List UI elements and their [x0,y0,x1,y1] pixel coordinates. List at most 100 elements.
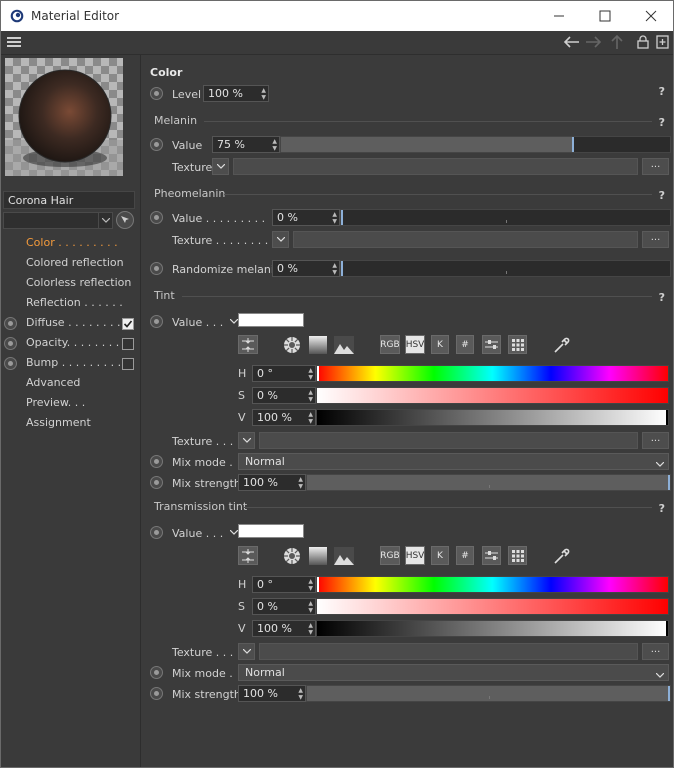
transmission_tint-mix-mode-select[interactable]: Normal [238,664,669,681]
transmission_tint-mix-strength-knob[interactable] [668,686,670,701]
nav-item-6[interactable]: Bump . . . . . . . . . [1,355,139,373]
material-name-field[interactable]: Corona Hair [3,191,135,209]
pick-material-button[interactable] [116,211,134,229]
tint-rgb-mode-button[interactable]: RGB [380,335,400,354]
tint-h-input[interactable]: 0 ° ▲ ▼ [252,365,316,382]
transmission_tint-value-animate-radio[interactable] [150,526,163,539]
transmission_tint-texture-dropdown[interactable] [238,643,255,660]
tint-s-input[interactable]: 0 % ▲ ▼ [252,387,316,404]
tint-eyedropper-button[interactable] [552,335,572,354]
pheomelanin-value-animate-radio[interactable] [150,211,163,224]
nav-animate-radio[interactable] [4,317,17,330]
melanin-texture-dropdown[interactable] [212,158,229,175]
tint-color-swatch[interactable] [238,313,304,327]
up-button[interactable] [610,34,624,53]
tint-h-gradient-slider[interactable] [316,365,669,382]
nav-item-0[interactable]: Color . . . . . . . . . [1,235,139,253]
transmission_tint-color-picker-mode-button[interactable] [238,546,258,565]
transmission-tint-help-icon[interactable]: ? [659,502,665,515]
nav-item-9[interactable]: Assignment [1,415,139,433]
pheomelanin-slider-knob[interactable] [341,210,343,225]
tint-mix-mode-animate-radio[interactable] [150,455,163,468]
transmission_tint-color-expand-toggle[interactable] [229,525,239,538]
hamburger-menu-button[interactable] [7,36,21,51]
transmission_tint-rgb-mode-button[interactable]: RGB [380,546,400,565]
nav-item-2[interactable]: Colorless reflection [1,275,139,293]
level-input[interactable]: 100 % ▲ ▼ [203,85,269,102]
transmission_tint-v-input[interactable]: 100 % ▲ ▼ [252,620,316,637]
pheomelanin-help-icon[interactable]: ? [659,189,665,202]
transmission_tint-s-slider-knob[interactable] [317,599,319,614]
transmission_tint-color-wheel-button[interactable] [282,546,302,565]
back-button[interactable] [562,35,580,52]
randomize-slider-knob[interactable] [341,261,343,276]
transmission_tint-spectrum-button[interactable] [308,546,328,565]
transmission_tint-h-input[interactable]: 0 ° ▲ ▼ [252,576,316,593]
tint-s-slider-knob[interactable] [317,388,319,403]
nav-item-3[interactable]: Reflection . . . . . . [1,295,139,313]
color-help-icon[interactable]: ? [659,85,665,98]
transmission_tint-h-gradient-slider[interactable] [316,576,669,593]
nav-enable-checkbox[interactable] [122,358,134,370]
transmission_tint-kelvin-mode-button[interactable]: K [431,546,449,565]
tint-color-expand-toggle[interactable] [229,314,239,327]
tint-mix-strength-animate-radio[interactable] [150,476,163,489]
transmission_tint-texture-browse-button[interactable]: ... [642,643,669,660]
maximize-button[interactable] [582,1,628,31]
tint-mix-strength-knob[interactable] [668,475,670,490]
transmission_tint-swatches-button[interactable] [508,546,527,565]
pheomelanin-texture-dropdown[interactable] [272,231,289,248]
forward-button[interactable] [585,35,603,52]
transmission_tint-hex-mode-button[interactable]: # [456,546,474,565]
pheomelanin-texture-browse-button[interactable]: ... [642,231,669,248]
lock-button[interactable] [637,35,649,52]
pheomelanin-value-input[interactable]: 0 % ▲ ▼ [272,209,340,226]
tint-hsv-mode-button[interactable]: HSV [405,335,425,354]
transmission_tint-s-gradient-slider[interactable] [316,598,669,615]
nav-enable-checkbox[interactable] [122,318,134,330]
randomize-melanin-animate-radio[interactable] [150,262,163,275]
melanin-texture-field[interactable] [233,158,638,175]
pheomelanin-value-slider[interactable] [340,209,671,226]
new-panel-button[interactable] [656,35,669,52]
nav-item-8[interactable]: Preview. . . [1,395,139,413]
nav-item-4[interactable]: Diffuse . . . . . . . . [1,315,139,333]
melanin-value-input[interactable]: 75 % ▲ ▼ [212,136,280,153]
nav-item-1[interactable]: Colored reflection [1,255,139,273]
minimize-button[interactable] [536,1,582,31]
nav-item-7[interactable]: Advanced [1,375,139,393]
tint-color-wheel-button[interactable] [282,335,302,354]
transmission_tint-s-input[interactable]: 0 % ▲ ▼ [252,598,316,615]
transmission_tint-mix-strength-slider[interactable] [306,685,671,702]
melanin-value-slider[interactable] [280,136,671,153]
tint-color-picker-mode-button[interactable] [238,335,258,354]
nav-enable-checkbox[interactable] [122,338,134,350]
tint-mixer-button[interactable] [482,335,501,354]
tint-h-slider-knob[interactable] [317,366,319,381]
transmission_tint-h-slider-knob[interactable] [317,577,319,592]
tint-texture-browse-button[interactable]: ... [642,432,669,449]
tint-kelvin-mode-button[interactable]: K [431,335,449,354]
melanin-value-animate-radio[interactable] [150,138,163,151]
tint-swatches-button[interactable] [508,335,527,354]
nav-animate-radio[interactable] [4,357,17,370]
transmission_tint-texture-field[interactable] [259,643,638,660]
transmission_tint-color-swatch[interactable] [238,524,304,538]
material-select[interactable] [3,212,113,229]
nav-item-5[interactable]: Opacity. . . . . . . . [1,335,139,353]
transmission_tint-mix-mode-animate-radio[interactable] [150,666,163,679]
material-preview[interactable] [5,58,123,176]
tint-texture-dropdown[interactable] [238,432,255,449]
tint-hex-mode-button[interactable]: # [456,335,474,354]
transmission_tint-v-gradient-slider[interactable] [316,620,669,637]
tint-v-gradient-slider[interactable] [316,409,669,426]
randomize-melanin-input[interactable]: 0 % ▲ ▼ [272,260,340,277]
transmission_tint-mix-strength-animate-radio[interactable] [150,687,163,700]
melanin-slider-knob[interactable] [572,137,574,152]
transmission_tint-v-slider-knob[interactable] [666,621,668,636]
tint-spectrum-button[interactable] [308,335,328,354]
transmission_tint-mix-strength-input[interactable]: 100 % ▲ ▼ [238,685,306,702]
tint-value-animate-radio[interactable] [150,315,163,328]
nav-animate-radio[interactable] [4,337,17,350]
tint-v-input[interactable]: 100 % ▲ ▼ [252,409,316,426]
